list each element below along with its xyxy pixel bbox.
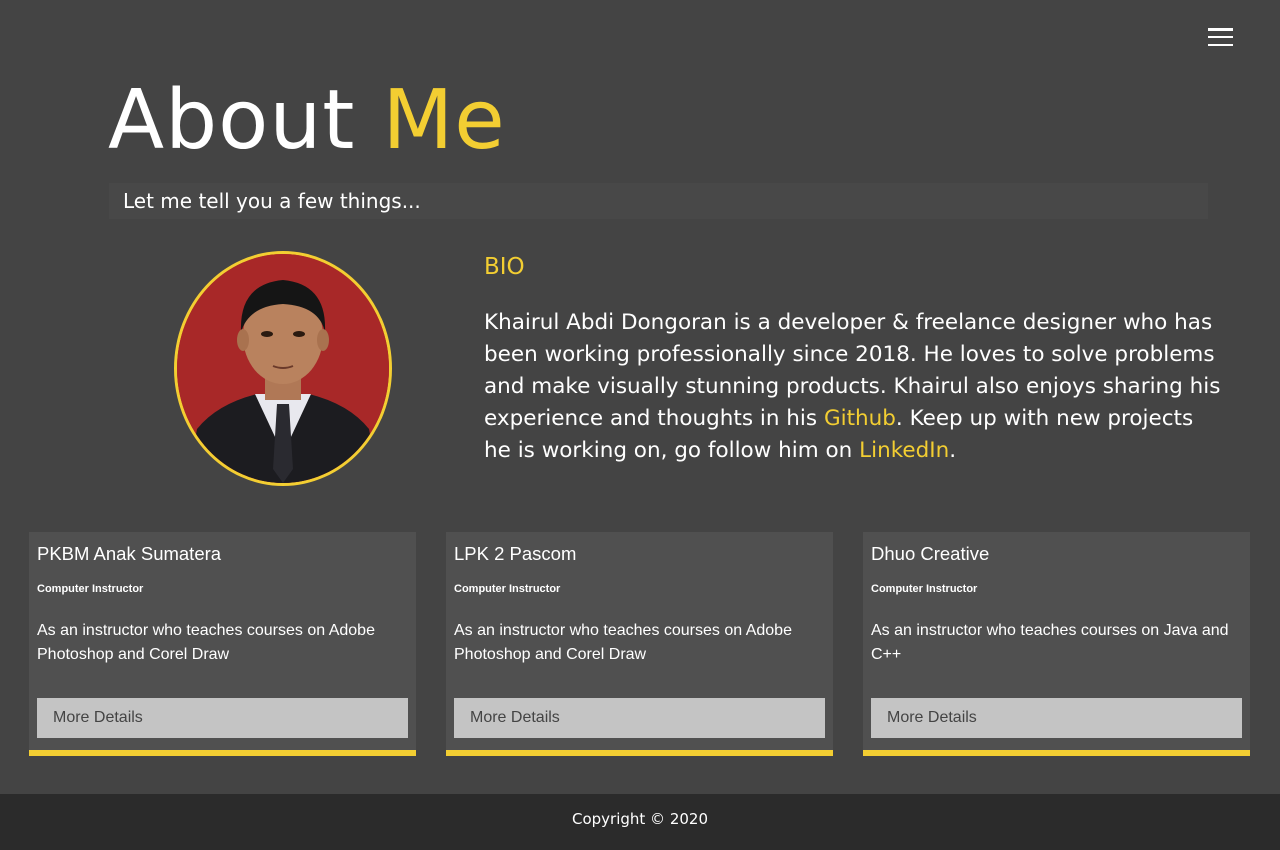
bio-text: Khairul Abdi Dongoran is a developer & f… xyxy=(484,307,1224,467)
more-details-button[interactable]: More Details xyxy=(871,698,1242,738)
more-details-button[interactable]: More Details xyxy=(37,698,408,738)
linkedin-link[interactable]: LinkedIn xyxy=(859,438,949,463)
menu-line xyxy=(1208,43,1233,46)
menu-line xyxy=(1208,35,1233,39)
bio-heading: BIO xyxy=(484,254,525,280)
card-role: Computer Instructor xyxy=(37,583,144,595)
hamburger-menu-icon[interactable] xyxy=(1208,28,1233,46)
card-description: As an instructor who teaches courses on … xyxy=(37,622,375,663)
github-link[interactable]: Github xyxy=(824,406,896,431)
page-title: About Me xyxy=(108,73,506,168)
page-title-main: About xyxy=(108,73,356,168)
card-description: As an instructor who teaches courses on … xyxy=(871,622,1229,663)
bio-text-part: . xyxy=(949,438,957,463)
card-title: PKBM Anak Sumatera xyxy=(37,543,222,564)
card-role: Computer Instructor xyxy=(454,583,561,595)
experience-card: Dhuo Creative Computer Instructor As an … xyxy=(863,532,1250,756)
menu-line xyxy=(1208,28,1233,31)
page-title-accent: Me xyxy=(382,73,506,168)
card-title: Dhuo Creative xyxy=(871,543,990,564)
profile-photo xyxy=(174,251,392,486)
copyright-text: Copyright © 2020 xyxy=(571,810,708,828)
card-description: As an instructor who teaches courses on … xyxy=(454,622,792,663)
page-subtitle: Let me tell you a few things... xyxy=(109,183,1208,219)
footer: Copyright © 2020 xyxy=(0,794,1280,850)
card-title: LPK 2 Pascom xyxy=(454,543,577,564)
more-details-button[interactable]: More Details xyxy=(454,698,825,738)
experience-card: LPK 2 Pascom Computer Instructor As an i… xyxy=(446,532,833,756)
experience-cards: PKBM Anak Sumatera Computer Instructor A… xyxy=(29,532,1250,756)
card-role: Computer Instructor xyxy=(871,583,978,595)
experience-card: PKBM Anak Sumatera Computer Instructor A… xyxy=(29,532,416,756)
